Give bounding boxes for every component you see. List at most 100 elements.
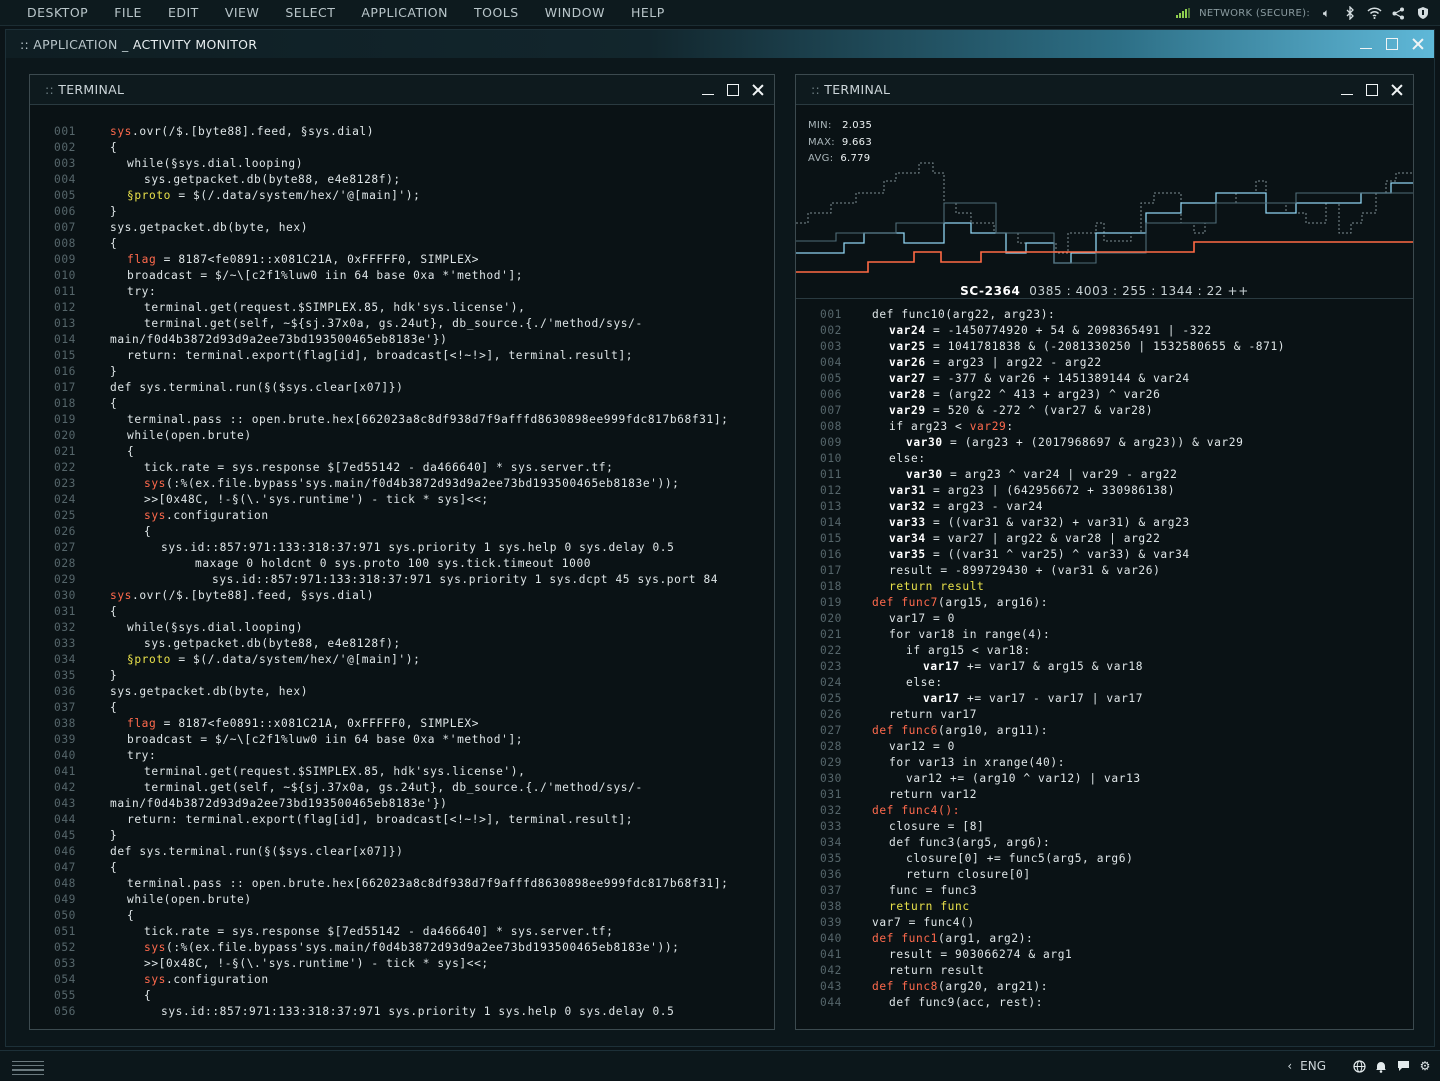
line-number: 012	[820, 484, 843, 497]
code-line: 043 main/f0d4b3872d93d9a2ee73bd193500465e…	[30, 796, 774, 812]
menu-edit[interactable]: EDIT	[155, 5, 212, 20]
line-number: 004	[54, 173, 77, 186]
code-text: sys.configuration	[110, 508, 269, 524]
code-line: 027 sys.id::857:971:133:318:37:971 sys.pr…	[30, 540, 774, 556]
code-highlight: return result	[889, 580, 985, 593]
code-token: }	[110, 669, 118, 682]
menu-file[interactable]: FILE	[101, 5, 155, 20]
right-terminal-title-bar[interactable]: :: TERMINAL	[796, 75, 1413, 105]
share-icon[interactable]	[1391, 6, 1406, 21]
code-token: (arg1, arg2):	[938, 932, 1034, 945]
close-icon[interactable]	[750, 82, 766, 98]
right-terminal-code[interactable]: 001 def func10(arg22, arg23): 002 var24 = -…	[796, 307, 1413, 1025]
menu-application[interactable]: APPLICATION	[348, 5, 461, 20]
code-line: 027 def func6(arg10, arg11):	[796, 723, 1413, 739]
maximize-icon[interactable]	[1364, 82, 1380, 98]
code-token: return closure[0]	[906, 868, 1031, 881]
chevron-left-icon[interactable]: ‹	[1287, 1059, 1292, 1073]
left-terminal-code[interactable]: 001 sys.ovr(/$.[byte88].feed, §sys.dial) 0…	[30, 124, 774, 1024]
menu-window[interactable]: WINDOW	[532, 5, 618, 20]
line-number: 032	[54, 621, 77, 634]
code-token: var12 += (arg10 ^ var12) | var13	[906, 772, 1141, 785]
maximize-icon[interactable]	[725, 82, 741, 98]
code-token: terminal.pass :: open.brute.hex[662023a8…	[127, 413, 729, 426]
code-variable: var30	[906, 436, 943, 449]
minimize-icon[interactable]	[700, 82, 716, 98]
line-number: 036	[54, 685, 77, 698]
code-text: var7 = func4()	[872, 915, 975, 931]
code-line: 028 var12 = 0	[796, 739, 1413, 755]
taskbar: ‹ ENG ⚙︎	[0, 1050, 1440, 1080]
code-text: >>[0x48C, !-§(\.'sys.runtime') - tick * …	[110, 492, 489, 508]
minimize-icon[interactable]	[1339, 82, 1355, 98]
globe-icon[interactable]	[1352, 1059, 1366, 1073]
code-keyword: sys	[110, 589, 133, 602]
code-text: if arg23 < var29:	[872, 419, 1014, 435]
chat-icon[interactable]	[1396, 1059, 1410, 1073]
menu-help[interactable]: HELP	[618, 5, 678, 20]
line-number: 042	[820, 964, 843, 977]
menu-tools[interactable]: TOOLS	[461, 5, 532, 20]
menu-desktop[interactable]: DESKTOP	[0, 5, 101, 20]
code-text: sys.getpacket.db(byte, hex)	[110, 220, 308, 236]
app-title-bar[interactable]: :: APPLICATION _ ACTIVITY MONITOR	[6, 30, 1434, 58]
code-text: sys.ovr(/$.[byte88].feed, §sys.dial)	[110, 588, 374, 604]
code-line: 007 sys.getpacket.db(byte, hex)	[30, 220, 774, 236]
code-variable: var17	[923, 692, 960, 705]
wifi-icon[interactable]	[1367, 6, 1382, 21]
code-line: 008 if arg23 < var29:	[796, 419, 1413, 435]
menu-view[interactable]: VIEW	[212, 5, 273, 20]
code-keyword: sys	[144, 477, 167, 490]
code-text: for var18 in range(4):	[872, 627, 1050, 643]
code-line: 015 return: terminal.export(flag[id], bro…	[30, 348, 774, 364]
code-token: }	[110, 205, 118, 218]
shield-icon[interactable]	[1415, 6, 1430, 21]
app-window-controls	[1358, 30, 1426, 58]
code-text: maxage 0 holdcnt 0 sys.proto 100 sys.tic…	[110, 556, 591, 572]
code-keyword: def func6	[872, 724, 939, 737]
code-token: sys.getpacket.db(byte88, e4e8128f);	[144, 173, 401, 186]
code-text: def func4():	[872, 803, 960, 819]
code-line: 037 func = func3	[796, 883, 1413, 899]
code-text: §proto = $(/.data/system/hex/'@[main]');	[110, 652, 420, 668]
code-text: else:	[872, 675, 943, 691]
code-text: var24 = -1450774920 + 54 & 2098365491 | …	[872, 323, 1212, 339]
code-text: var12 += (arg10 ^ var12) | var13	[872, 771, 1141, 787]
stat-avg: AVG: 6.779	[808, 153, 870, 164]
code-highlight: §proto	[127, 189, 172, 202]
code-text: {	[110, 396, 117, 412]
code-token: def sys.terminal.run(§($sys.clear[x07]})	[110, 381, 404, 394]
code-text: main/f0d4b3872d93d9a2ee73bd193500465eb81…	[110, 796, 447, 812]
code-text: var34 = var27 | arg22 & var28 | arg22	[872, 531, 1160, 547]
close-icon[interactable]	[1410, 36, 1426, 52]
bluetooth-icon[interactable]	[1343, 6, 1358, 21]
code-keyword: var29	[969, 420, 1007, 433]
code-line: 028 maxage 0 holdcnt 0 sys.proto 100 sys.…	[30, 556, 774, 572]
code-text: terminal.get(self, ~${sj.37x0a, gs.24ut}…	[110, 780, 643, 796]
line-number: 039	[54, 733, 77, 746]
line-number: 021	[820, 628, 843, 641]
line-number: 034	[54, 653, 77, 666]
minimize-icon[interactable]	[1358, 36, 1374, 52]
menu-select[interactable]: SELECT	[272, 5, 348, 20]
settings-icon[interactable]: ⚙︎	[1418, 1059, 1432, 1073]
code-line: 019 def func7(arg15, arg16):	[796, 595, 1413, 611]
menu-icon[interactable]	[12, 1061, 44, 1078]
volume-icon[interactable]: 🔈︎	[1319, 6, 1334, 21]
code-line: 015 var34 = var27 | arg22 & var28 | arg22	[796, 531, 1413, 547]
left-terminal-title-bar[interactable]: :: TERMINAL	[30, 75, 774, 105]
code-text: result = -899729430 + (var31 & var26)	[872, 563, 1160, 579]
stat-max-label: MAX:	[808, 137, 835, 148]
language-indicator[interactable]: ENG	[1300, 1059, 1326, 1073]
line-number: 005	[54, 189, 77, 202]
line-number: 014	[820, 516, 843, 529]
code-variable: var27	[889, 372, 926, 385]
close-icon[interactable]	[1389, 82, 1405, 98]
code-line: 050 {	[30, 908, 774, 924]
bell-icon[interactable]	[1374, 1059, 1388, 1073]
maximize-icon[interactable]	[1384, 36, 1400, 52]
code-line: 020 while(open.brute)	[30, 428, 774, 444]
code-token: tick.rate = sys.response $[7ed55142 - da…	[144, 461, 614, 474]
line-number: 052	[54, 941, 77, 954]
code-token: .ovr(/$.[byte88].feed, §sys.dial)	[132, 589, 375, 602]
